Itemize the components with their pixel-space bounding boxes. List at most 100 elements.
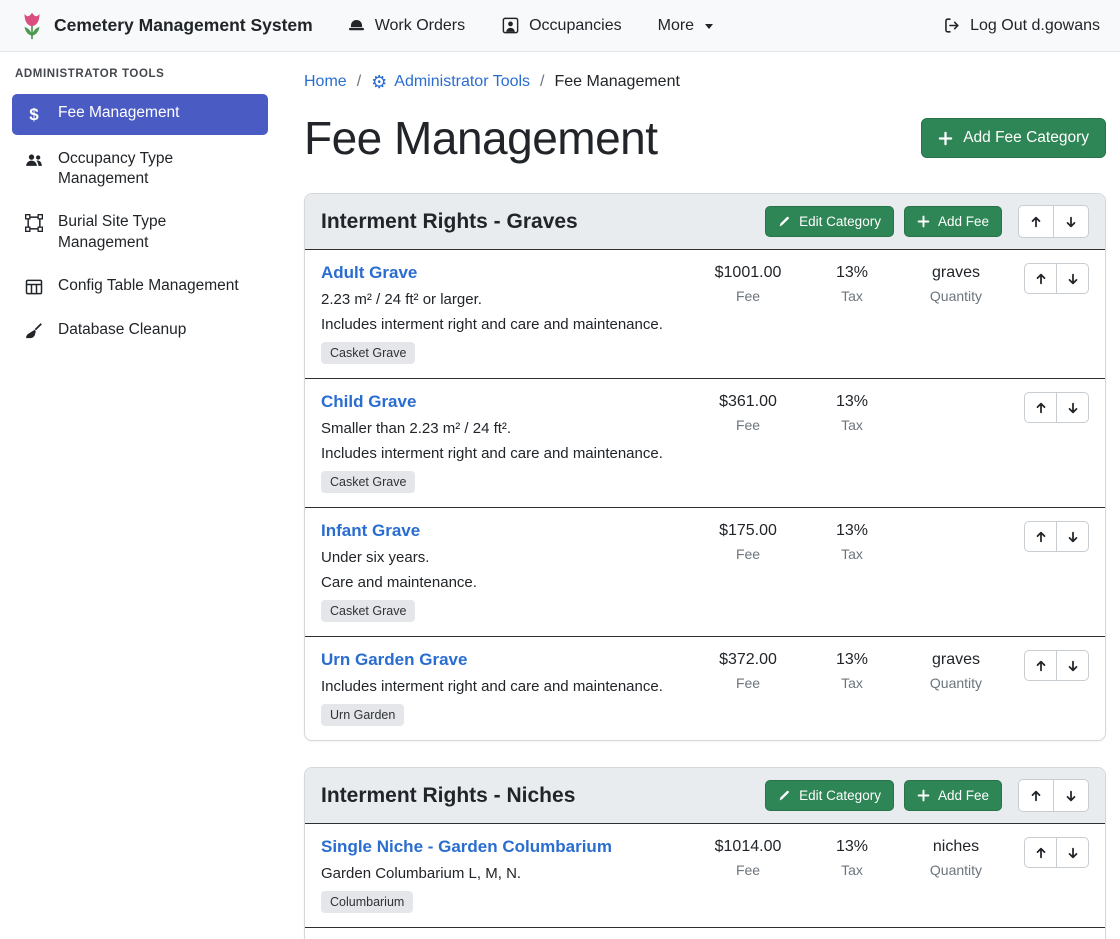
fee-info: Infant Grave Under six years. Care and m… (321, 521, 696, 622)
sidebar-item-label: Burial Site Type Management (58, 212, 257, 252)
fee-name-link[interactable]: Adult Grave (321, 263, 417, 283)
fee-amount-column: $361.00 Fee (696, 392, 800, 433)
tax-column: 13% Tax (800, 650, 904, 691)
nav-work-orders[interactable]: Work Orders (347, 16, 465, 35)
fee-amount: $1001.00 (715, 264, 782, 283)
move-fee-up-button[interactable] (1024, 521, 1057, 552)
quantity-value: graves (932, 264, 980, 283)
move-fee-up-button[interactable] (1024, 392, 1057, 423)
breadcrumb-admin-tools-label: Administrator Tools (394, 73, 530, 91)
sidebar-item-config-table[interactable]: Config Table Management (12, 267, 268, 306)
move-fee-down-button[interactable] (1056, 521, 1089, 552)
add-fee-button[interactable]: Add Fee (904, 780, 1002, 811)
sidebar-item-label: Database Cleanup (58, 320, 186, 340)
sidebar-section-title: ADMINISTRATOR TOOLS (15, 68, 268, 80)
nav-occupancies-label: Occupancies (529, 17, 622, 35)
fee-description: 2.23 m² / 24 ft² or larger. (321, 291, 688, 308)
fee-row: Single Niche - Garden Columbarium Garden… (305, 823, 1105, 927)
fee-name-link[interactable]: Urn Garden Grave (321, 650, 467, 670)
edit-category-label: Edit Category (799, 788, 881, 803)
tax-column: 13% Tax (800, 521, 904, 562)
fee-type-badge: Casket Grave (321, 600, 415, 622)
tax-label: Tax (841, 417, 863, 433)
main-content: Home / ⚙ Administrator Tools / Fee Manag… (280, 52, 1120, 939)
fee-info: Urn Garden Grave Includes interment righ… (321, 650, 696, 726)
fee-name-link[interactable]: Child Grave (321, 392, 416, 412)
move-category-down-button[interactable] (1053, 205, 1089, 238)
category-title: Interment Rights - Niches (321, 784, 755, 808)
broom-icon (23, 321, 45, 341)
occupant-box-icon (501, 16, 520, 35)
category-header: Interment Rights - Graves Edit Category … (305, 194, 1105, 249)
move-fee-up-button[interactable] (1024, 650, 1057, 681)
breadcrumb-current: Fee Management (555, 73, 680, 91)
fee-reorder-group (1024, 521, 1089, 552)
sidebar-item-fee-management[interactable]: $ Fee Management (12, 94, 268, 135)
quantity-column (904, 392, 1008, 412)
fee-reorder-group (1024, 392, 1089, 423)
breadcrumb-admin-tools-link[interactable]: ⚙ Administrator Tools (371, 73, 530, 91)
sidebar-item-database-cleanup[interactable]: Database Cleanup (12, 311, 268, 350)
fee-reorder-group (1024, 263, 1089, 294)
fee-name-link[interactable]: Single Niche - Garden Columbarium (321, 837, 612, 857)
fee-row: Child Grave Smaller than 2.23 m² / 24 ft… (305, 378, 1105, 507)
fee-name-link[interactable]: Infant Grave (321, 521, 420, 541)
add-fee-label: Add Fee (938, 788, 989, 803)
tax-value: 13% (836, 651, 868, 670)
quantity-label: Quantity (930, 288, 982, 304)
nav-more-label: More (658, 17, 694, 35)
tax-value: 13% (836, 393, 868, 412)
pencil-icon (778, 789, 791, 802)
edit-category-label: Edit Category (799, 214, 881, 229)
fee-row: Infant Grave Under six years. Care and m… (305, 507, 1105, 636)
move-category-up-button[interactable] (1018, 779, 1054, 812)
logout-link[interactable]: Log Out d.gowans (942, 16, 1100, 35)
page-header: Fee Management Add Fee Category (304, 111, 1106, 165)
top-navbar: Cemetery Management System Work Orders O… (0, 0, 1120, 52)
fee-description: Includes interment right and care and ma… (321, 445, 688, 462)
move-category-up-button[interactable] (1018, 205, 1054, 238)
hard-hat-icon (347, 16, 366, 35)
move-category-down-button[interactable] (1053, 779, 1089, 812)
move-fee-up-button[interactable] (1024, 837, 1057, 868)
move-fee-down-button[interactable] (1056, 263, 1089, 294)
fee-category-card-niches: Interment Rights - Niches Edit Category … (304, 767, 1106, 939)
tax-value: 13% (836, 838, 868, 857)
tax-label: Tax (841, 675, 863, 691)
add-fee-category-button[interactable]: Add Fee Category (921, 118, 1106, 158)
tax-column: 13% Tax (800, 392, 904, 433)
quantity-column (904, 521, 1008, 541)
fee-amount: $175.00 (719, 522, 777, 541)
move-fee-down-button[interactable] (1056, 837, 1089, 868)
breadcrumb-home-link[interactable]: Home (304, 73, 347, 91)
tax-label: Tax (841, 546, 863, 562)
sidebar-item-burial-site-type[interactable]: Burial Site Type Management (12, 203, 268, 261)
fee-amount-label: Fee (736, 862, 760, 878)
plus-icon (917, 215, 930, 228)
fee-amount-label: Fee (736, 546, 760, 562)
sidebar-item-occupancy-type[interactable]: Occupancy Type Management (12, 140, 268, 198)
add-fee-button[interactable]: Add Fee (904, 206, 1002, 237)
category-title: Interment Rights - Graves (321, 210, 755, 234)
fee-reorder-group (1024, 650, 1089, 681)
quantity-column: niches Quantity (904, 837, 1008, 878)
logout-icon (942, 16, 961, 35)
fee-amount: $361.00 (719, 393, 777, 412)
move-fee-down-button[interactable] (1056, 650, 1089, 681)
nav-more[interactable]: More (658, 16, 715, 35)
tulip-logo-icon (20, 11, 44, 41)
app-brand[interactable]: Cemetery Management System (20, 11, 313, 41)
move-fee-up-button[interactable] (1024, 263, 1057, 294)
fee-description: Under six years. (321, 549, 688, 566)
fee-amount-column: $1014.00 Fee (696, 837, 800, 878)
move-fee-down-button[interactable] (1056, 392, 1089, 423)
users-icon (23, 150, 45, 170)
breadcrumb-separator: / (540, 73, 544, 91)
edit-category-button[interactable]: Edit Category (765, 206, 894, 237)
add-fee-category-label: Add Fee Category (963, 129, 1089, 147)
gear-icon: ⚙ (371, 73, 387, 91)
nav-occupancies[interactable]: Occupancies (501, 16, 622, 35)
edit-category-button[interactable]: Edit Category (765, 780, 894, 811)
quantity-value: graves (932, 651, 980, 670)
fee-type-badge: Columbarium (321, 891, 413, 913)
